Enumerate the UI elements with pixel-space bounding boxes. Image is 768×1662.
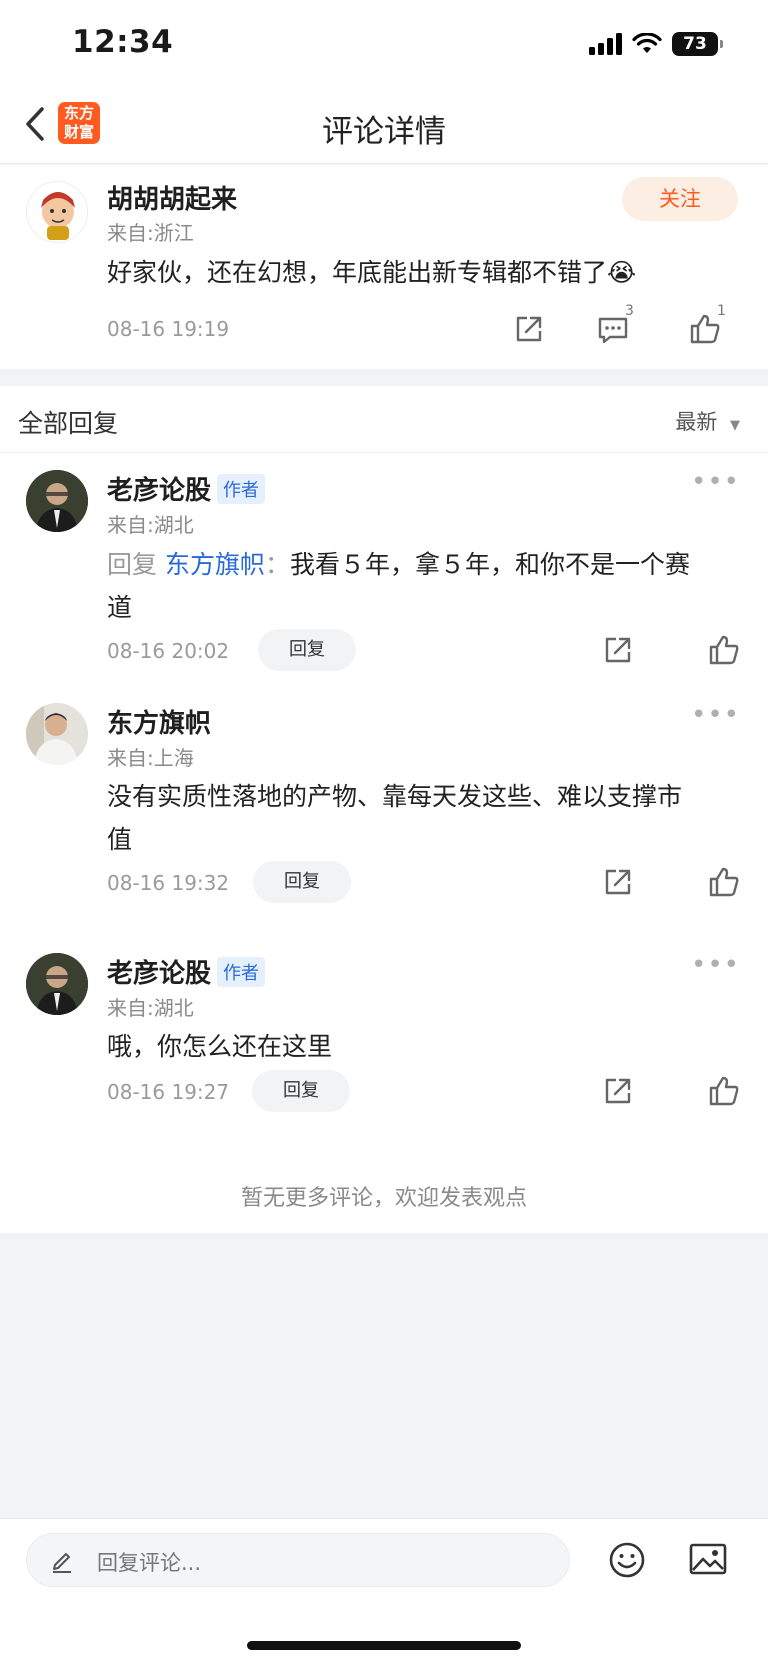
share-icon[interactable] bbox=[512, 312, 546, 346]
comment-date: 08-16 19:19 bbox=[107, 317, 230, 341]
reply-item: 老彦论股 作者 来自:湖北 ••• 回复 东方旗帜：我看５年，拿５年，和你不是一个… bbox=[0, 453, 768, 703]
reply-location: 来自:湖北 bbox=[107, 513, 194, 537]
share-icon[interactable] bbox=[601, 1074, 635, 1108]
replies-title: 全部回复 bbox=[18, 409, 119, 438]
reply-text: 回复 东方旗帜：我看５年，拿５年，和你不是一个赛道 bbox=[107, 543, 737, 629]
reply-date: 08-16 19:32 bbox=[107, 871, 230, 895]
reply-input-placeholder: 回复评论... bbox=[97, 1551, 202, 1575]
avatar[interactable] bbox=[26, 953, 88, 1015]
pencil-icon bbox=[53, 1553, 71, 1573]
reply-item: 老彦论股 作者 来自:湖北 ••• 哦，你怎么还在这里 08-16 19:27 回… bbox=[0, 950, 768, 1153]
share-icon[interactable] bbox=[601, 633, 635, 667]
reply-prefix: 回复 bbox=[107, 550, 158, 579]
reply-text-line1: 没有实质性落地的产物、靠每天发这些、难以支撑市 bbox=[107, 782, 683, 811]
signal-icon bbox=[589, 33, 622, 55]
wifi-icon bbox=[632, 33, 662, 53]
top-bar: 12:34 73 东方 财富 评论详情 bbox=[0, 0, 768, 164]
page-title: 评论详情 bbox=[322, 114, 446, 150]
reply-text: 没有实质性落地的产物、靠每天发这些、难以支撑市值 bbox=[107, 775, 737, 861]
like-icon[interactable] bbox=[707, 633, 741, 667]
home-indicator bbox=[247, 1641, 521, 1650]
reply-text-line2: 值 bbox=[107, 825, 133, 854]
comment-text-content: 好家伙，还在幻想，年底能出新专辑都不错了 bbox=[107, 258, 608, 287]
reply-author-name: 老彦论股 bbox=[107, 476, 212, 506]
avatar[interactable] bbox=[26, 703, 88, 765]
comment-count: 3 bbox=[625, 303, 634, 319]
battery-icon: 73 bbox=[672, 32, 723, 56]
reply-button[interactable]: 回复 bbox=[253, 861, 351, 903]
nav-bar: 东方 财富 评论详情 bbox=[0, 86, 768, 164]
reply-separator: ： bbox=[264, 550, 290, 579]
bottom-bar: 回复评论... bbox=[0, 1518, 768, 1662]
image-icon[interactable] bbox=[688, 1541, 728, 1579]
like-icon[interactable] bbox=[707, 1074, 741, 1108]
share-icon[interactable] bbox=[601, 865, 635, 899]
end-note: 暂无更多评论，欢迎发表观点 bbox=[240, 1186, 527, 1211]
follow-button[interactable]: 关注 bbox=[622, 177, 738, 221]
more-options-icon[interactable]: ••• bbox=[691, 467, 740, 497]
reply-input[interactable]: 回复评论... bbox=[26, 1533, 570, 1587]
reply-author-name: 老彦论股 bbox=[107, 959, 212, 989]
reply-button[interactable]: 回复 bbox=[252, 1070, 350, 1112]
reply-text: 哦，你怎么还在这里 bbox=[107, 1025, 737, 1068]
reply-author[interactable]: 老彦论股 作者 bbox=[107, 953, 266, 990]
more-options-icon[interactable]: ••• bbox=[691, 950, 740, 980]
comment-text: 好家伙，还在幻想，年底能出新专辑都不错了😭 bbox=[107, 251, 636, 294]
comment-author[interactable]: 胡胡胡起来 bbox=[107, 179, 237, 216]
sort-label: 最新 bbox=[675, 410, 718, 434]
emoji-icon[interactable] bbox=[608, 1541, 646, 1579]
author-badge: 作者 bbox=[217, 474, 266, 504]
status-time: 12:34 bbox=[72, 24, 174, 60]
status-icons: 73 bbox=[589, 32, 723, 56]
reply-to-user-link[interactable]: 东方旗帜 bbox=[165, 550, 265, 579]
main-comment: 胡胡胡起来 来自:浙江 关注 好家伙，还在幻想，年底能出新专辑都不错了😭 08-… bbox=[0, 165, 768, 369]
reply-date: 08-16 20:02 bbox=[107, 639, 230, 663]
avatar[interactable] bbox=[26, 470, 88, 532]
reply-text-line1: 哦，你怎么还在这里 bbox=[107, 1032, 333, 1061]
comment-location: 来自:浙江 bbox=[107, 221, 194, 245]
reply-text-line2: 道 bbox=[107, 593, 133, 622]
reply-button[interactable]: 回复 bbox=[258, 629, 356, 671]
replies-header: 全部回复 最新 ▼ bbox=[0, 386, 768, 453]
reply-date: 08-16 19:27 bbox=[107, 1080, 230, 1104]
status-bar: 12:34 73 bbox=[0, 0, 768, 86]
reply-text-line1: 我看５年，拿５年，和你不是一个赛 bbox=[290, 550, 691, 579]
reply-location: 来自:湖北 bbox=[107, 996, 194, 1020]
replies-panel: 全部回复 最新 ▼ 老彦论股 作者 来自:湖北 ••• 回复 东方旗帜：我看５年，… bbox=[0, 386, 768, 1233]
reply-author[interactable]: 老彦论股 作者 bbox=[107, 470, 266, 507]
reply-location: 来自:上海 bbox=[107, 746, 194, 770]
avatar[interactable] bbox=[26, 181, 88, 243]
sort-dropdown[interactable]: 最新 ▼ bbox=[675, 406, 740, 436]
author-badge: 作者 bbox=[217, 957, 266, 987]
more-options-icon[interactable]: ••• bbox=[691, 700, 740, 730]
like-count: 1 bbox=[717, 303, 726, 319]
like-icon[interactable] bbox=[707, 865, 741, 899]
reply-author[interactable]: 东方旗帜 bbox=[107, 703, 211, 740]
emoji: 😭 bbox=[607, 258, 637, 287]
reply-item: 东方旗帜 来自:上海 ••• 没有实质性落地的产物、靠每天发这些、难以支撑市值 … bbox=[0, 700, 768, 953]
caret-down-icon: ▼ bbox=[730, 418, 740, 433]
